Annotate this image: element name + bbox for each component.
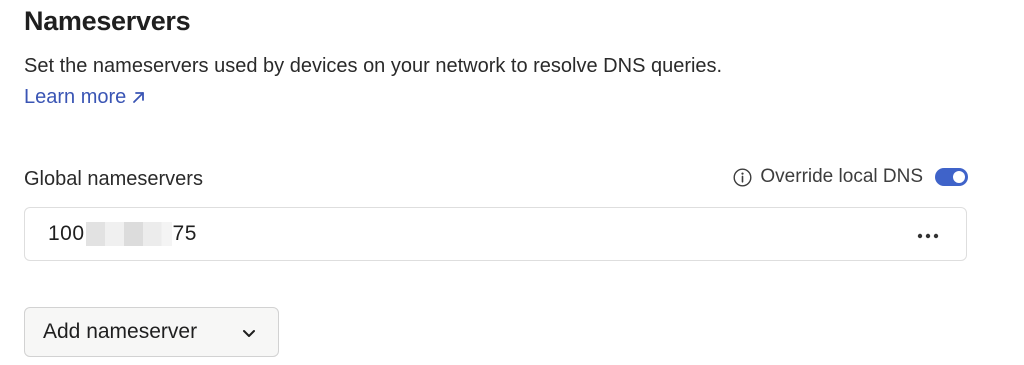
add-nameserver-label: Add nameserver — [43, 320, 198, 343]
override-local-dns-label: Override local DNS — [760, 166, 923, 187]
nameserver-address-suffix: 75 — [172, 222, 197, 245]
override-local-dns: Override local DNS — [733, 166, 968, 188]
chevron-down-icon — [241, 325, 257, 341]
redacted-block — [85, 222, 172, 246]
nameserver-entry[interactable]: 100 75 — [24, 207, 967, 261]
global-nameservers-label: Global nameservers — [24, 168, 203, 190]
page-description: Set the nameservers used by devices on y… — [24, 55, 723, 77]
external-arrow-icon — [132, 91, 145, 104]
learn-more-link[interactable]: Learn more — [24, 86, 145, 109]
override-local-dns-toggle[interactable] — [935, 168, 968, 186]
nameserver-address: 100 75 — [48, 222, 197, 246]
ellipsis-icon — [917, 226, 939, 244]
add-nameserver-button[interactable]: Add nameserver — [24, 307, 279, 357]
nameserver-menu-button[interactable] — [916, 225, 940, 245]
page-title: Nameservers — [24, 6, 191, 36]
toggle-knob — [953, 171, 965, 183]
nameserver-address-prefix: 100 — [48, 222, 85, 245]
info-icon[interactable] — [733, 167, 752, 187]
learn-more-label: Learn more — [24, 86, 127, 108]
nameservers-page: Nameservers Set the nameservers used by … — [0, 0, 1024, 365]
